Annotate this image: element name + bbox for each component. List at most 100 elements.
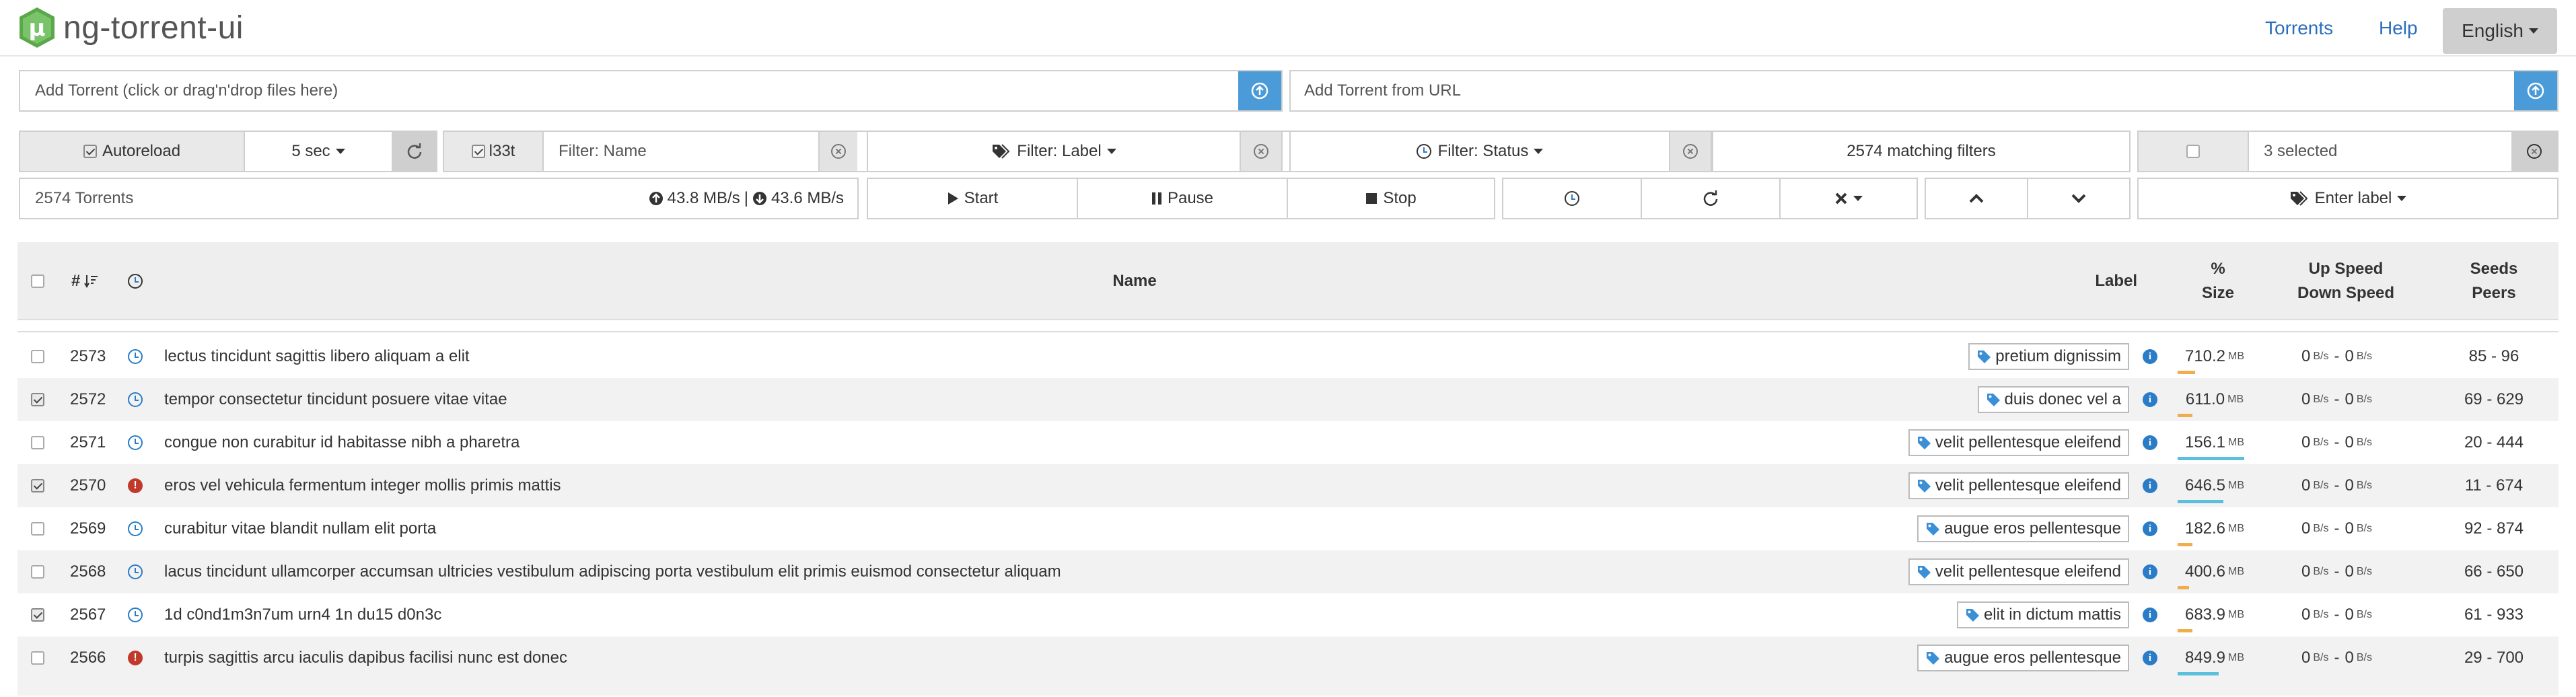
row-size-unit: MB <box>2228 609 2245 620</box>
table-row[interactable]: 2568 lacus tincidunt ullamcorper accumsan… <box>17 550 2559 593</box>
row-select-checkbox[interactable] <box>31 350 44 363</box>
refresh-button[interactable] <box>393 132 436 171</box>
row-label-text: velit pellentesque eleifend <box>1935 476 2121 494</box>
row-down-unit: B/s <box>2356 437 2372 448</box>
row-label-tag[interactable]: velit pellentesque eleifend <box>1908 472 2129 499</box>
row-size-value: 710.2 <box>2184 347 2226 365</box>
info-icon[interactable]: i <box>2143 392 2157 407</box>
torrent-name[interactable]: lectus tincidunt sagittis libero aliquam… <box>164 335 470 378</box>
row-label-tag[interactable]: augue eros pellentesque <box>1917 645 2129 671</box>
row-label-tag[interactable]: velit pellentesque eleifend <box>1908 558 2129 585</box>
recheck-button[interactable] <box>1503 179 1642 218</box>
add-torrent-file-button[interactable] <box>1238 71 1281 110</box>
status-filter-dropdown[interactable]: Filter: Status <box>1291 132 1669 171</box>
info-icon[interactable]: i <box>2143 608 2157 622</box>
row-select-checkbox[interactable] <box>31 393 44 406</box>
row-select-checkbox[interactable] <box>31 565 44 579</box>
torrent-name[interactable]: 1d c0nd1m3n7um urn4 1n du15 d0n3c <box>164 593 441 636</box>
torrent-name[interactable]: congue non curabitur id habitasse nibh a… <box>164 421 520 464</box>
row-label-text: duis donec vel a <box>2004 390 2121 408</box>
label-filter-dropdown[interactable]: Filter: Label <box>868 132 1240 171</box>
table-row[interactable]: 2566! turpis sagittis arcu iaculis dapibu… <box>17 636 2559 680</box>
sort-by-number-header[interactable]: # <box>71 269 99 293</box>
torrent-name[interactable]: eros vel vehicula fermentum integer moll… <box>164 464 561 507</box>
language-dropdown[interactable]: English <box>2443 8 2557 54</box>
autoreload-interval-dropdown[interactable]: 5 sec <box>245 132 393 171</box>
clear-name-filter-button[interactable] <box>818 132 857 171</box>
table-row[interactable]: 2567 1d c0nd1m3n7um urn4 1n du15 d0n3c eli… <box>17 593 2559 636</box>
l33t-checkbox[interactable] <box>471 145 485 158</box>
queue-down-button[interactable] <box>2028 179 2129 218</box>
table-row[interactable]: 2572 tempor consectetur tincidunt posuere… <box>17 378 2559 421</box>
torrent-name[interactable]: tempor consectetur tincidunt posuere vit… <box>164 378 507 421</box>
row-select-checkbox[interactable] <box>31 651 44 665</box>
info-icon[interactable]: i <box>2143 435 2157 450</box>
row-up-speed: 0 <box>2301 562 2311 581</box>
header-speed[interactable]: Up Speed Down Speed <box>2279 257 2413 305</box>
table-row[interactable]: 2570! eros vel vehicula fermentum integer… <box>17 464 2559 507</box>
table-row[interactable]: 2569 curabitur vitae blandit nullam elit … <box>17 507 2559 550</box>
row-number: 2568 <box>70 562 106 581</box>
clear-status-filter-button[interactable] <box>1669 132 1711 171</box>
row-size-value: 683.9 <box>2184 606 2226 624</box>
info-icon[interactable]: i <box>2143 651 2157 665</box>
header-select-all-checkbox[interactable] <box>31 274 44 288</box>
select-all-toggle[interactable] <box>2139 132 2249 171</box>
row-label-tag[interactable]: elit in dictum mattis <box>1956 601 2129 628</box>
autoreload-toggle[interactable]: Autoreload <box>20 132 245 171</box>
torrent-name[interactable]: lacus tincidunt ullamcorper accumsan ult… <box>164 550 1061 593</box>
queued-clock-icon <box>128 564 143 579</box>
row-select-checkbox[interactable] <box>31 479 44 492</box>
torrent-name[interactable]: curabitur vitae blandit nullam elit port… <box>164 507 436 550</box>
header-percent: % <box>2211 260 2225 278</box>
pause-button[interactable]: Pause <box>1078 179 1288 218</box>
row-label-tag[interactable]: duis donec vel a <box>1977 386 2129 413</box>
remove-dropdown-button[interactable] <box>1781 179 1917 218</box>
autoreload-label: Autoreload <box>102 142 181 160</box>
table-row[interactable]: 2573 lectus tincidunt sagittis libero ali… <box>17 335 2559 378</box>
refresh-icon <box>1703 190 1718 206</box>
header-label[interactable]: Label <box>2056 269 2137 293</box>
info-icon[interactable]: i <box>2143 521 2157 536</box>
row-label-tag[interactable]: velit pellentesque eleifend <box>1908 429 2129 456</box>
info-icon[interactable]: i <box>2143 564 2157 579</box>
add-torrent-url-button[interactable] <box>2514 71 2557 110</box>
clear-selection-button[interactable] <box>2511 132 2557 171</box>
arrow-circle-up-icon <box>649 192 663 205</box>
reload-button[interactable] <box>1642 179 1781 218</box>
header-seeds-peers[interactable]: Seeds Peers <box>2454 257 2534 305</box>
row-select-checkbox[interactable] <box>31 608 44 622</box>
table-row[interactable]: 2571 congue non curabitur id habitasse ni… <box>17 421 2559 464</box>
clear-label-filter-button[interactable] <box>1240 132 1281 171</box>
header-percent-size[interactable]: % Size <box>2184 257 2252 305</box>
row-label-tag[interactable]: augue eros pellentesque <box>1917 515 2129 542</box>
stop-button[interactable]: Stop <box>1288 179 1494 218</box>
add-torrent-url-input[interactable]: Add Torrent from URL <box>1289 70 2559 112</box>
torrent-name[interactable]: turpis sagittis arcu iaculis dapibus fac… <box>164 636 567 680</box>
status-column-clock-icon[interactable] <box>128 274 143 289</box>
add-torrent-file-input[interactable]: Add Torrent (click or drag'n'drop files … <box>19 70 1283 112</box>
row-select-checkbox[interactable] <box>31 522 44 536</box>
row-down-unit: B/s <box>2356 351 2372 362</box>
row-label-tag[interactable]: pretium dignissim <box>1968 343 2129 370</box>
info-icon[interactable]: i <box>2143 478 2157 493</box>
row-number: 2566 <box>70 649 106 667</box>
autoreload-checkbox[interactable] <box>83 145 97 158</box>
info-icon[interactable]: i <box>2143 349 2157 364</box>
name-filter-input[interactable]: Filter: Name <box>544 132 818 171</box>
tag-icon <box>1917 566 1931 579</box>
row-size: 182.6 MB <box>2178 507 2252 550</box>
row-select-checkbox[interactable] <box>31 436 44 449</box>
queue-up-button[interactable] <box>1926 179 2028 218</box>
l33t-toggle[interactable]: l33t <box>444 132 544 171</box>
select-all-checkbox[interactable] <box>2186 145 2200 158</box>
progress-bar <box>2178 629 2192 632</box>
header-name[interactable]: Name <box>1067 269 1202 293</box>
brand[interactable]: μ ng-torrent-ui <box>17 7 244 48</box>
pause-icon <box>1151 192 1161 205</box>
enter-label-dropdown[interactable]: Enter label <box>2137 178 2559 219</box>
nav-torrents-link[interactable]: Torrents <box>2265 17 2333 39</box>
start-button[interactable]: Start <box>868 179 1078 218</box>
chevron-down-icon <box>2397 196 2407 201</box>
nav-help-link[interactable]: Help <box>2379 17 2418 39</box>
